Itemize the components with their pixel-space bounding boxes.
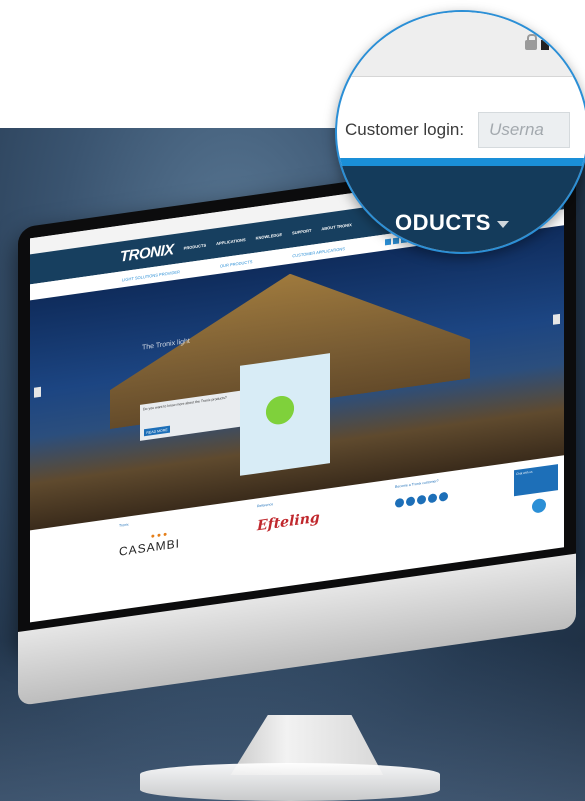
monitor-stand-foot (140, 763, 440, 801)
partner-become-customer[interactable]: Become a Tronix customer? (395, 474, 475, 520)
zoom-magnifier: Customer login: Userna ODUCTS (335, 10, 585, 254)
nav-applications[interactable]: APPLICATIONS (216, 237, 245, 246)
partner-casambi[interactable]: Tronix ● ● ● CASAMBI (119, 513, 199, 558)
zoom-accent-bar (337, 158, 585, 166)
customer-bubbles-icon (395, 488, 475, 509)
site-logo[interactable]: TRONIX (120, 241, 174, 266)
lock-icon (525, 34, 537, 50)
topbar-edge-icon (541, 40, 549, 50)
hero-panel-image (240, 353, 330, 476)
sub-link-products[interactable]: OUR PRODUCTS (220, 259, 252, 269)
read-more-button[interactable]: READ MORE (144, 425, 170, 437)
chat-bubble-icon[interactable] (530, 495, 548, 517)
nav-products-label: ODUCTS (395, 210, 491, 235)
nav-support[interactable]: SUPPORT (292, 227, 311, 235)
customer-login-label: Customer login: (345, 120, 465, 139)
nav-products[interactable]: PRODUCTS (184, 242, 206, 250)
zoom-nav-products[interactable]: ODUCTS (395, 210, 509, 236)
username-input[interactable]: Userna (478, 112, 571, 148)
nav-knowledge[interactable]: KNOWLEDGE (256, 231, 282, 240)
slider-next-arrow-icon[interactable] (553, 313, 560, 325)
customer-login-row: Customer login: Userna (345, 112, 571, 148)
chevron-down-icon (496, 220, 509, 228)
efteling-logo: Efteling (257, 509, 320, 535)
partner-efteling[interactable]: Reference Efteling (257, 493, 337, 539)
slider-prev-arrow-icon[interactable] (34, 386, 41, 398)
